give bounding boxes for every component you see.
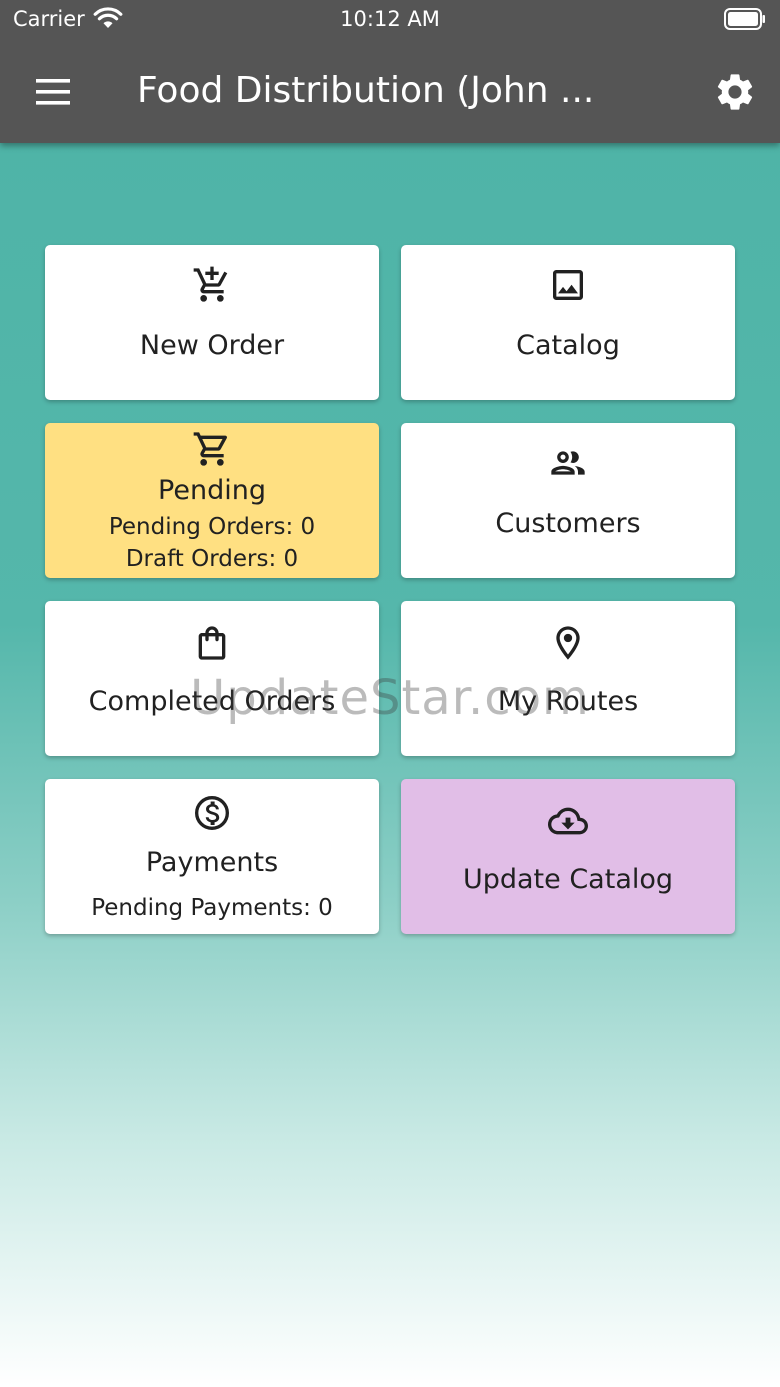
my-routes-tile[interactable]: My Routes (401, 601, 735, 756)
hamburger-menu-icon[interactable] (30, 72, 76, 112)
battery-icon (724, 8, 765, 30)
tile-label: Catalog (516, 330, 620, 361)
page-title: Food Distribution (John ... (137, 70, 595, 111)
app-bar: Carrier 10:12 AM Food Distribution (John… (0, 0, 780, 143)
payments-tile[interactable]: Payments Pending Payments: 0 (45, 779, 379, 934)
pending-payments-count: Pending Payments: 0 (91, 895, 333, 921)
tile-label: My Routes (497, 686, 639, 717)
pending-tile[interactable]: Pending Pending Orders: 0 Draft Orders: … (45, 423, 379, 578)
catalog-tile[interactable]: Catalog (401, 245, 735, 400)
tile-label: Update Catalog (462, 864, 674, 895)
tile-label: New Order (139, 330, 285, 361)
shopping-bag-icon (198, 626, 226, 660)
draft-orders-count: Draft Orders: 0 (125, 546, 299, 572)
completed-orders-tile[interactable]: Completed Orders (45, 601, 379, 756)
app-screen: Carrier 10:12 AM Food Distribution (John… (0, 0, 780, 1387)
dollar-circle-icon (195, 796, 229, 830)
customers-tile[interactable]: Customers (401, 423, 735, 578)
location-pin-icon (556, 626, 580, 660)
tile-label: Payments (145, 847, 279, 878)
image-icon (553, 270, 583, 300)
gear-icon[interactable] (713, 70, 757, 114)
tile-label: Customers (495, 508, 641, 539)
update-catalog-tile[interactable]: Update Catalog (401, 779, 735, 934)
status-bar: Carrier 10:12 AM (0, 0, 780, 40)
tile-label: Pending (158, 475, 266, 506)
cloud-download-icon (548, 807, 588, 835)
add-shopping-cart-icon (193, 266, 228, 302)
status-time: 10:12 AM (340, 7, 440, 31)
tile-label: Completed Orders (88, 686, 336, 717)
pending-orders-count: Pending Orders: 0 (108, 514, 316, 540)
people-icon (551, 451, 585, 475)
shopping-cart-icon (193, 432, 228, 466)
new-order-tile[interactable]: New Order (45, 245, 379, 400)
